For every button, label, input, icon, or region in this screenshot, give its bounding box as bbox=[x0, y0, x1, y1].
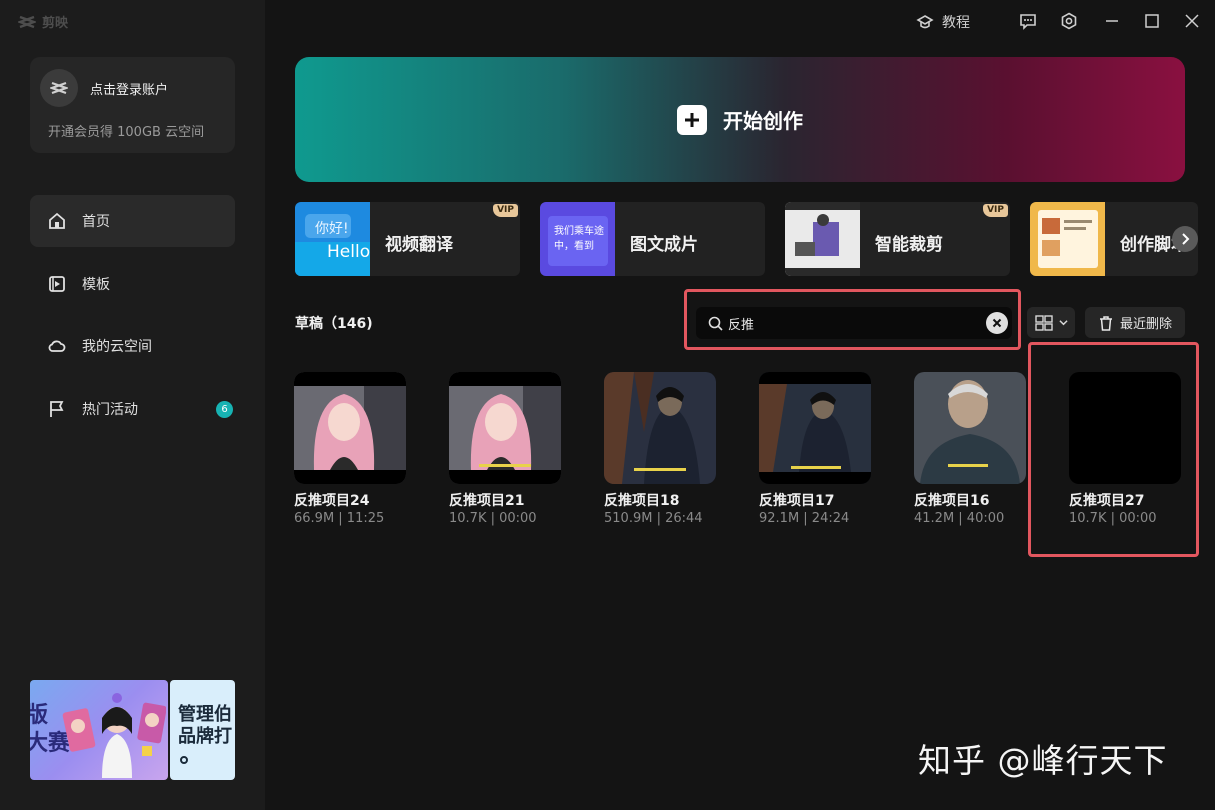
man-tree-night-thumbnail bbox=[604, 372, 716, 484]
logo-icon bbox=[180, 756, 188, 764]
promo-banner[interactable]: 管理伯 品牌打 bbox=[170, 680, 235, 780]
promo-banner[interactable]: 版大赛 bbox=[30, 680, 168, 780]
capcut-logo-icon bbox=[18, 15, 36, 28]
tools-next-button[interactable] bbox=[1172, 226, 1198, 252]
project-name: 反推项目18 bbox=[604, 493, 680, 509]
app-logo: 剪映 bbox=[18, 12, 68, 31]
annotation-highlight-box bbox=[684, 289, 1021, 350]
close-icon bbox=[1185, 14, 1199, 28]
vip-badge: VIP bbox=[493, 204, 518, 217]
minimize-button[interactable] bbox=[1103, 12, 1121, 30]
project-thumbnail[interactable] bbox=[294, 372, 406, 484]
project-name: 反推项目16 bbox=[914, 493, 990, 509]
membership-promo[interactable]: 开通会员得 100GB 云空间 bbox=[48, 121, 204, 140]
settings-button[interactable] bbox=[1060, 12, 1078, 30]
avatar[interactable] bbox=[40, 69, 78, 107]
project-name: 反推项目21 bbox=[449, 493, 525, 509]
thumb-text: 你好! bbox=[315, 221, 349, 237]
sidebar-item-label: 热门活动 bbox=[82, 402, 138, 418]
tool-label: 智能裁剪 bbox=[875, 235, 943, 255]
sidebar-item-events[interactable]: 热门活动 6 bbox=[30, 383, 235, 435]
sidebar-item-label: 我的云空间 bbox=[82, 339, 152, 355]
grid-view-icon bbox=[1034, 314, 1053, 331]
minimize-icon bbox=[1106, 20, 1118, 22]
trash-icon bbox=[1099, 315, 1112, 331]
banner-illustration bbox=[62, 693, 166, 778]
pink-hair-girl-thumbnail bbox=[294, 372, 406, 484]
project-card[interactable]: 反推项目18 510.9M | 26:44 bbox=[604, 372, 716, 526]
template-icon bbox=[49, 276, 65, 292]
project-meta: 41.2M | 40:00 bbox=[914, 511, 1005, 526]
tutorial-label: 教程 bbox=[942, 15, 970, 31]
smart-crop-thumbnail bbox=[785, 202, 860, 276]
project-name: 反推项目17 bbox=[759, 493, 835, 509]
thumb-text: 我们乘车途 中，看到 bbox=[554, 226, 604, 252]
banner-text: 管理伯 品牌打 bbox=[178, 704, 232, 747]
home-icon bbox=[49, 212, 65, 229]
cloud-icon bbox=[48, 340, 66, 352]
tool-smart-crop[interactable]: 智能裁剪 VIP bbox=[785, 202, 1010, 276]
tool-video-translate[interactable]: 你好! Hello 视频翻译 VIP bbox=[295, 202, 520, 276]
project-name: 反推项目24 bbox=[294, 493, 370, 509]
project-thumbnail[interactable] bbox=[449, 372, 561, 484]
project-thumbnail[interactable] bbox=[914, 372, 1026, 484]
sidebar-item-home[interactable]: 首页 bbox=[30, 195, 235, 247]
graduation-cap-icon bbox=[916, 15, 934, 29]
drafts-title: 草稿（146) bbox=[295, 316, 373, 332]
pink-hair-girl-thumbnail bbox=[449, 372, 561, 484]
project-thumbnail[interactable] bbox=[759, 372, 871, 484]
gear-icon bbox=[1061, 12, 1077, 30]
project-thumbnail[interactable] bbox=[604, 372, 716, 484]
start-creating-button[interactable]: 开始创作 bbox=[295, 57, 1185, 182]
close-button[interactable] bbox=[1183, 12, 1201, 30]
sidebar-item-label: 模板 bbox=[82, 277, 110, 293]
tool-label: 视频翻译 bbox=[385, 235, 453, 255]
video-translate-thumbnail bbox=[295, 202, 370, 276]
view-mode-dropdown[interactable] bbox=[1027, 307, 1075, 338]
maximize-icon bbox=[1145, 14, 1159, 28]
notification-badge: 6 bbox=[216, 401, 233, 418]
project-card[interactable]: 反推项目16 41.2M | 40:00 bbox=[914, 372, 1026, 526]
login-link[interactable]: 点击登录账户 bbox=[90, 79, 168, 98]
project-meta: 10.7K | 00:00 bbox=[449, 511, 537, 526]
script-thumbnail bbox=[1030, 202, 1105, 276]
flag-icon bbox=[50, 401, 64, 417]
old-man-thumbnail bbox=[914, 372, 1026, 484]
watermark: 知乎 @峰行天下 bbox=[918, 741, 1168, 780]
account-card[interactable]: 点击登录账户 开通会员得 100GB 云空间 bbox=[30, 57, 235, 153]
feedback-button[interactable] bbox=[1019, 12, 1037, 30]
recently-deleted-button[interactable]: 最近删除 bbox=[1085, 307, 1185, 338]
recently-deleted-label: 最近删除 bbox=[1119, 317, 1172, 332]
start-creating-label: 开始创作 bbox=[723, 109, 803, 133]
capcut-logo-icon bbox=[50, 81, 68, 95]
tool-text-to-video[interactable]: 我们乘车途 中，看到 图文成片 bbox=[540, 202, 765, 276]
project-meta: 510.9M | 26:44 bbox=[604, 511, 703, 526]
project-meta: 66.9M | 11:25 bbox=[294, 511, 385, 526]
chat-icon bbox=[1020, 14, 1036, 30]
maximize-button[interactable] bbox=[1143, 12, 1161, 30]
project-card[interactable]: 反推项目24 66.9M | 11:25 bbox=[294, 372, 406, 526]
project-card[interactable]: 反推项目17 92.1M | 24:24 bbox=[759, 372, 871, 526]
project-card[interactable]: 反推项目21 10.7K | 00:00 bbox=[449, 372, 561, 526]
thumb-text: Hello bbox=[327, 242, 371, 262]
sidebar-item-label: 首页 bbox=[82, 214, 110, 230]
vip-badge: VIP bbox=[983, 204, 1008, 217]
tutorial-button[interactable]: 教程 bbox=[916, 12, 970, 32]
sidebar-item-cloud[interactable]: 我的云空间 bbox=[30, 320, 235, 372]
annotation-highlight-box bbox=[1028, 342, 1199, 557]
sidebar-item-templates[interactable]: 模板 bbox=[30, 258, 235, 310]
plus-icon bbox=[677, 104, 707, 135]
tool-label: 图文成片 bbox=[630, 235, 698, 255]
man-tree-night-thumbnail bbox=[759, 372, 871, 484]
sidebar: 剪映 点击登录账户 开通会员得 100GB 云空间 首页 模板 我的云空间 热门… bbox=[0, 0, 265, 810]
chevron-right-icon bbox=[1182, 233, 1190, 245]
chevron-down-icon bbox=[1058, 320, 1068, 326]
project-meta: 92.1M | 24:24 bbox=[759, 511, 850, 526]
app-name: 剪映 bbox=[42, 16, 69, 31]
